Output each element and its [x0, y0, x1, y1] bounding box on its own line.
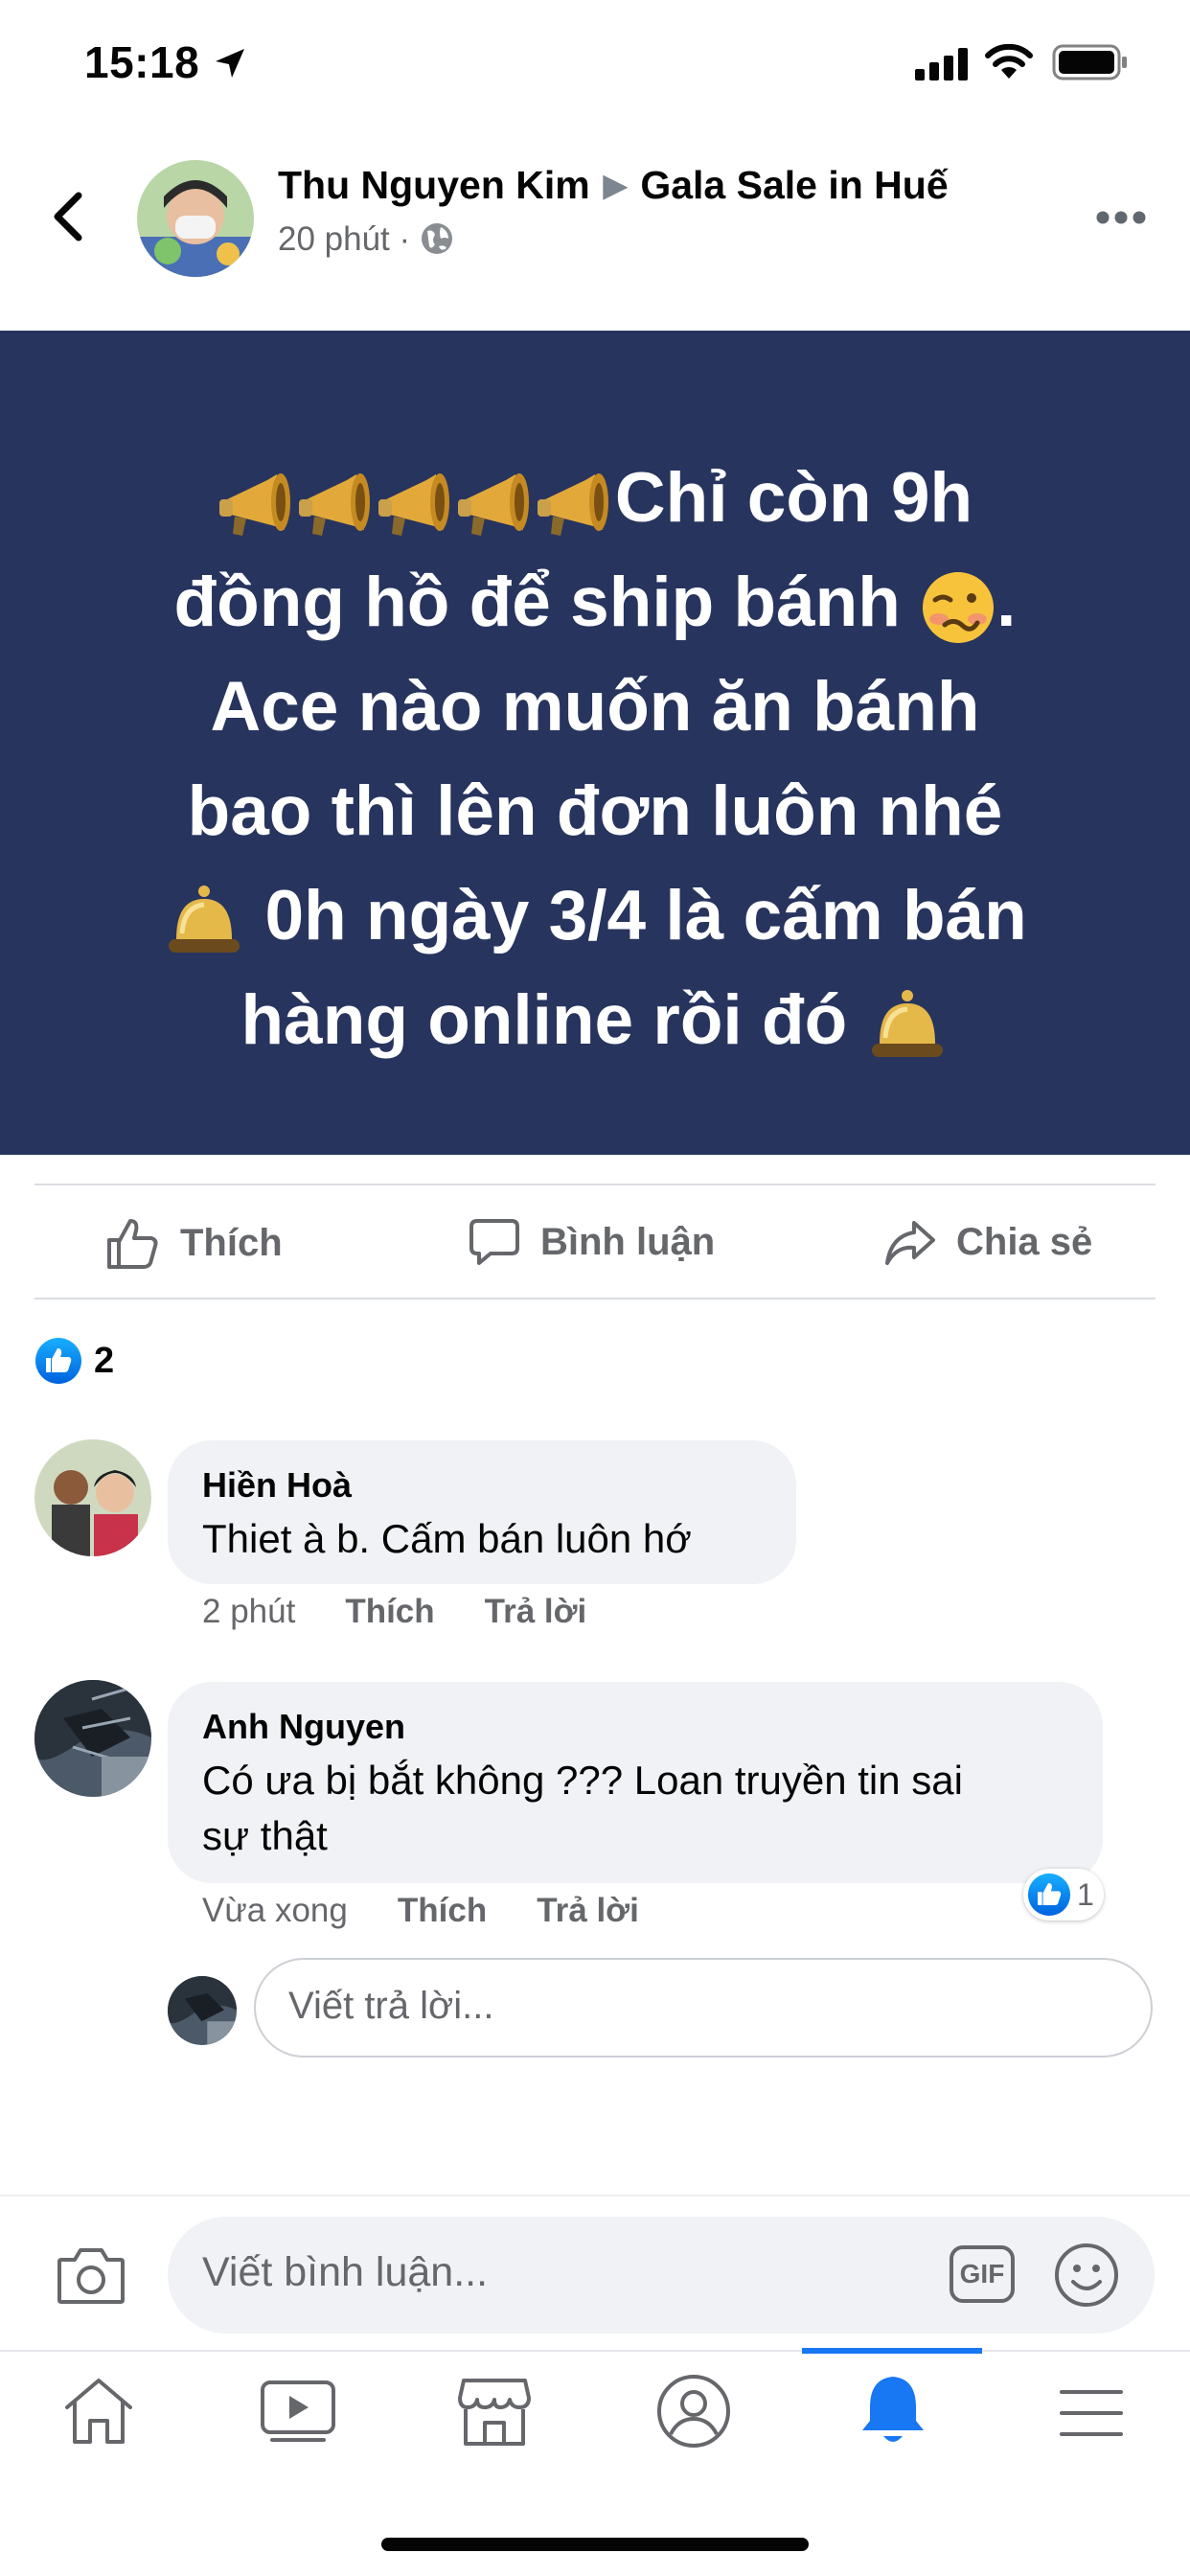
- reply-user-avatar: [168, 1976, 237, 2045]
- comment-reply-button[interactable]: Trả lời: [537, 1892, 639, 1929]
- post-line-1-text: Chỉ còn 9h: [614, 459, 973, 537]
- post-line-2: đồng hồ để ship bánh .: [67, 550, 1123, 655]
- post-banner[interactable]: Chỉ còn 9h đồng hồ để ship bánh . Ace nà…: [0, 331, 1190, 1155]
- location-arrow-icon: [216, 49, 244, 78]
- post-line-1: Chỉ còn 9h: [67, 446, 1123, 550]
- reply-placeholder: Viết trả lời...: [288, 1985, 494, 2027]
- bell-icon: [169, 885, 240, 953]
- comment-meta: Vừa xong Thích Trả lời: [202, 1892, 639, 1930]
- action-bar-bottom-divider: [34, 1298, 1156, 1300]
- comment-text-line-2: sự thật: [202, 1813, 328, 1858]
- back-chevron-icon[interactable]: [48, 190, 86, 243]
- emoji-smiley-icon[interactable]: [1053, 2242, 1120, 2309]
- comment-reaction-badge[interactable]: 1: [1023, 1869, 1104, 1920]
- status-time: 15:18: [84, 37, 200, 87]
- post-line-2-tail: .: [996, 564, 1017, 641]
- profile-tab-icon[interactable]: [655, 2373, 732, 2450]
- comment-reaction-count: 1: [1077, 1876, 1094, 1912]
- comment-text-line-1: Có ưa bị bắt không ??? Loan truyền tin s…: [202, 1758, 963, 1803]
- globe-icon: [421, 223, 452, 254]
- comment-like-button[interactable]: Thích: [398, 1892, 487, 1929]
- post-line-5: 0h ngày 3/4 là cấm bán: [67, 863, 1123, 968]
- like-button[interactable]: Thích: [105, 1215, 283, 1271]
- comment-bubble-icon: [469, 1219, 519, 1265]
- battery-icon: [1052, 44, 1127, 80]
- comment-time[interactable]: Vừa xong: [202, 1892, 348, 1929]
- gif-button[interactable]: GIF: [950, 2245, 1015, 2303]
- home-tab-icon[interactable]: [61, 2375, 136, 2448]
- composer-divider: [0, 2195, 1190, 2196]
- comment-button[interactable]: Bình luận: [468, 1215, 715, 1269]
- comment-reply-button[interactable]: Trả lời: [485, 1593, 587, 1630]
- comment-input[interactable]: Viết bình luận... GIF: [168, 2217, 1155, 2334]
- author-name[interactable]: Thu Nguyen Kim: [278, 163, 590, 207]
- comment-label: Bình luận: [540, 1220, 716, 1263]
- marketplace-tab-icon[interactable]: [456, 2375, 533, 2448]
- share-button[interactable]: Chia sẻ: [883, 1215, 1092, 1269]
- like-label: Thích: [180, 1221, 283, 1264]
- more-options-icon[interactable]: [1095, 209, 1147, 226]
- camera-icon[interactable]: [56, 2244, 126, 2306]
- comment-text: Thiet à b. Cấm bán luôn hớ: [202, 1516, 692, 1561]
- woozy-face-icon: [923, 571, 995, 643]
- comment-time[interactable]: 2 phút: [202, 1593, 295, 1630]
- meta-dot: ·: [389, 220, 420, 258]
- post-meta: 20 phút ·: [278, 220, 454, 259]
- home-indicator: [381, 2538, 809, 2551]
- post-line-2-text: đồng hồ để ship bánh: [173, 564, 921, 641]
- action-bar-top-divider: [34, 1184, 1156, 1185]
- tab-bar-divider: [0, 2350, 1190, 2352]
- post-author-line: Thu Nguyen Kim ▶ Gala Sale in Huế: [278, 163, 949, 208]
- notifications-bell-icon[interactable]: [857, 2371, 929, 2450]
- post-line-4: bao thì lên đơn luôn nhé: [187, 772, 1003, 850]
- post-time[interactable]: 20 phút: [278, 220, 390, 258]
- reaction-summary[interactable]: 2: [34, 1337, 114, 1385]
- comment-author[interactable]: Anh Nguyen: [202, 1707, 405, 1747]
- megaphone-icons: [218, 472, 608, 536]
- active-tab-indicator: [802, 2348, 982, 2354]
- menu-hamburger-icon[interactable]: [1058, 2386, 1125, 2440]
- comment-placeholder: Viết bình luận...: [202, 2249, 489, 2295]
- group-arrow-icon: ▶: [603, 168, 628, 202]
- reaction-count: 2: [94, 1340, 115, 1381]
- post-line-3: Ace nào muốn ăn bánh: [210, 668, 980, 746]
- post-line-6-text: hàng online rồi đó: [240, 981, 867, 1059]
- post-line-6: hàng online rồi đó: [67, 968, 1123, 1072]
- comment-meta: 2 phút Thích Trả lời: [202, 1593, 586, 1631]
- share-arrow-icon: [885, 1221, 935, 1265]
- post-line-5-text: 0h ngày 3/4 là cấm bán: [245, 877, 1027, 954]
- like-reaction-icon: [1027, 1873, 1071, 1917]
- comment-author[interactable]: Hiền Hoà: [202, 1465, 352, 1506]
- author-avatar[interactable]: [137, 160, 254, 277]
- commenter-avatar[interactable]: [34, 1680, 151, 1797]
- comment-bubble[interactable]: Hiền Hoà Thiet à b. Cấm bán luôn hớ: [168, 1440, 796, 1584]
- comment-bubble[interactable]: Anh Nguyen Có ưa bị bắt không ??? Loan t…: [168, 1682, 1103, 1883]
- cellular-signal-icon: [915, 48, 968, 80]
- commenter-avatar[interactable]: [34, 1439, 151, 1556]
- watch-video-tab-icon[interactable]: [259, 2379, 337, 2444]
- like-reaction-icon: [35, 1338, 81, 1384]
- thumbs-up-icon: [107, 1219, 158, 1269]
- bell-icon: [872, 989, 944, 1057]
- reply-input[interactable]: Viết trả lời...: [254, 1958, 1153, 2058]
- post-text: Chỉ còn 9h đồng hồ để ship bánh . Ace nà…: [67, 446, 1123, 1072]
- group-name[interactable]: Gala Sale in Huế: [640, 163, 948, 207]
- comment-like-button[interactable]: Thích: [345, 1593, 434, 1630]
- wifi-icon: [985, 44, 1033, 79]
- share-label: Chia sẻ: [956, 1220, 1093, 1263]
